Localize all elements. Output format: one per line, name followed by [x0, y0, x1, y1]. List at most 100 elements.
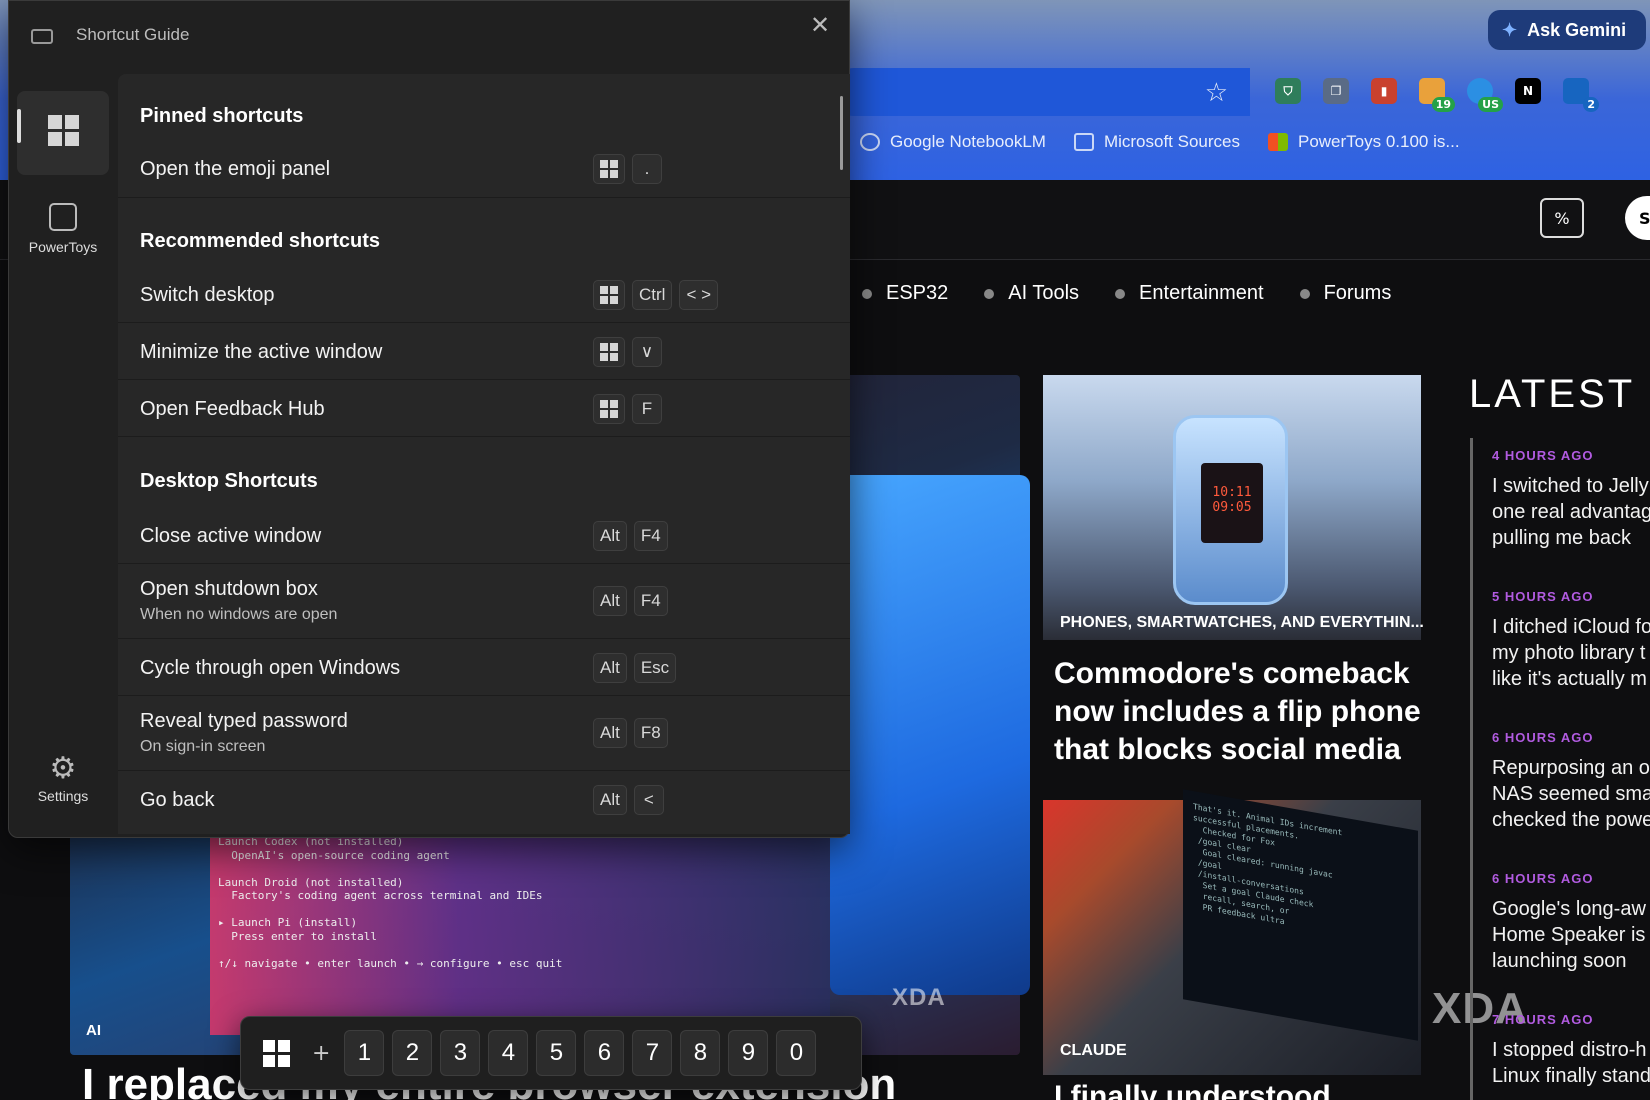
- powertoys-icon: [49, 203, 77, 231]
- bookmark-notebooklm[interactable]: Google NotebookLM: [860, 132, 1046, 152]
- phone-screen: 10:11 09:05: [1201, 463, 1263, 543]
- xda-watermark-small: XDA: [892, 984, 946, 1011]
- shortcut-row-go-back[interactable]: Go back Alt <: [118, 771, 850, 828]
- notion-extension-icon[interactable]: N: [1515, 78, 1541, 104]
- bookmark-powertoys[interactable]: PowerToys 0.100 is...: [1267, 132, 1460, 152]
- number-key: 3: [440, 1030, 481, 1076]
- latest-list: 4 HOURS AGO I switched to Jelly one real…: [1492, 448, 1650, 1100]
- section-recommended-heading: Recommended shortcuts: [140, 230, 381, 252]
- rail-active-indicator: [17, 109, 21, 143]
- bookmark-star-icon[interactable]: ☆: [1205, 78, 1228, 108]
- number-key: 0: [776, 1030, 817, 1076]
- card1-image[interactable]: 10:11 09:05: [1043, 375, 1421, 640]
- key-period: .: [632, 154, 662, 184]
- taskbar-number-shortcut-bar: + 1 2 3 4 5 6 7 8 9 0: [240, 1016, 862, 1090]
- key-alt: Alt: [593, 521, 627, 551]
- number-key: 7: [632, 1030, 673, 1076]
- key-alt: Alt: [593, 586, 627, 616]
- nav-item-ai-tools[interactable]: AI Tools: [984, 282, 1079, 305]
- key-f8: F8: [633, 718, 668, 748]
- nav-item-entertainment[interactable]: Entertainment: [1115, 282, 1264, 305]
- nav-item-esp32[interactable]: ESP32: [862, 282, 948, 305]
- shortcut-row-feedback[interactable]: Open Feedback Hub F: [118, 380, 850, 437]
- terminal-text: Launch Codex (not installed) OpenAI's op…: [218, 835, 563, 970]
- plus-sign: +: [312, 1040, 331, 1066]
- card2-title[interactable]: I finally understood: [1054, 1078, 1424, 1100]
- shortcut-row-switch-desktop[interactable]: Switch desktop Ctrl < >: [118, 266, 850, 323]
- number-key: 8: [680, 1030, 721, 1076]
- card2-terminal-graphic: That's it. Animal IDs increment successf…: [1183, 789, 1418, 1041]
- windows-logo-icon: [263, 1039, 290, 1067]
- p-extension-icon[interactable]: 2: [1563, 78, 1599, 112]
- hero-category-tag[interactable]: AI: [86, 1022, 101, 1039]
- windows-key: [593, 394, 625, 424]
- latest-item[interactable]: 5 HOURS AGO I ditched iCloud fo my photo…: [1492, 589, 1650, 730]
- windows-key: [593, 337, 625, 367]
- key-left-arrow: <: [633, 785, 664, 815]
- key-f4: F4: [633, 521, 668, 551]
- windows-logo-icon: [17, 91, 109, 146]
- shortcut-row-emoji[interactable]: Open the emoji panel .: [118, 140, 850, 198]
- shortcut-row-cycle-windows[interactable]: Cycle through open Windows Alt Esc: [118, 639, 850, 696]
- number-key: 9: [728, 1030, 769, 1076]
- site-nav: ESP32 AI Tools Entertainment Forums: [862, 282, 1407, 305]
- latest-timeline-rule: [1470, 438, 1473, 1100]
- close-button[interactable]: ✕: [805, 11, 835, 41]
- windows-key: [593, 154, 625, 184]
- key-alt: Alt: [593, 718, 627, 748]
- deals-icon[interactable]: %: [1540, 198, 1584, 238]
- flip-phone-graphic: 10:11 09:05: [1173, 415, 1288, 605]
- ask-gemini-label: Ask Gemini: [1527, 19, 1627, 40]
- section-pinned-heading: Pinned shortcuts: [140, 105, 304, 127]
- section-desktop-heading: Desktop Shortcuts: [140, 470, 318, 492]
- shortcut-row-reveal-password[interactable]: Reveal typed password On sign-in screen …: [118, 696, 850, 771]
- shield-extension-icon[interactable]: ⛉: [1275, 78, 1301, 104]
- bookmark-microsoft-sources[interactable]: Microsoft Sources: [1073, 132, 1240, 152]
- card2-category-tag[interactable]: CLAUDE: [1060, 1042, 1127, 1060]
- number-key: 4: [488, 1030, 529, 1076]
- key-esc: Esc: [633, 653, 677, 683]
- key-ctrl: Ctrl: [632, 280, 673, 310]
- number-key: 1: [344, 1030, 385, 1076]
- key-f4: F4: [633, 586, 668, 616]
- book-extension-icon[interactable]: ▮: [1371, 78, 1397, 104]
- vpn-extension-icon[interactable]: US: [1467, 78, 1503, 112]
- keyboard-icon: [31, 29, 53, 44]
- shortcut-row-minimize[interactable]: Minimize the active window ∨: [118, 323, 850, 380]
- card2-image[interactable]: That's it. Animal IDs increment successf…: [1043, 789, 1421, 1075]
- rail-settings[interactable]: ⚙ Settings: [17, 743, 109, 823]
- latest-item[interactable]: 6 HOURS AGO Repurposing an o NAS seemed …: [1492, 730, 1650, 871]
- copy-extension-icon[interactable]: ❐: [1323, 78, 1349, 104]
- card1-category-tag[interactable]: PHONES, SMARTWATCHES, AND EVERYTHIN...: [1060, 614, 1424, 632]
- address-bar[interactable]: ☆: [830, 68, 1250, 116]
- number-key: 2: [392, 1030, 433, 1076]
- key-arrows: < >: [679, 280, 719, 310]
- bookmarks-bar: Google NotebookLM Microsoft Sources Powe…: [860, 132, 1460, 152]
- nav-item-forums[interactable]: Forums: [1299, 282, 1391, 305]
- latest-item[interactable]: 4 HOURS AGO I switched to Jelly one real…: [1492, 448, 1650, 589]
- window-title: Shortcut Guide: [76, 25, 190, 44]
- shortcut-row-shutdown[interactable]: Open shutdown box When no windows are op…: [118, 564, 850, 639]
- key-f: F: [632, 394, 662, 424]
- extensions-toolbar: ⛉ ❐ ▮ 19 US N 2: [1275, 78, 1599, 112]
- latest-item[interactable]: 7 HOURS AGO I stopped distro-h Linux fin…: [1492, 1012, 1650, 1100]
- gear-icon: ⚙: [49, 752, 77, 785]
- windows-key: [593, 280, 625, 310]
- number-key: 6: [584, 1030, 625, 1076]
- latest-item[interactable]: 6 HOURS AGO Google's long-aw Home Speake…: [1492, 871, 1650, 1012]
- folder-icon: [1073, 133, 1094, 151]
- folder-extension-icon[interactable]: 19: [1419, 78, 1455, 112]
- nav-rail: PowerToys ⚙ Settings: [9, 75, 119, 835]
- shortcut-row-close-window[interactable]: Close active window Alt F4: [118, 507, 850, 564]
- key-alt: Alt: [593, 653, 627, 683]
- card1-title[interactable]: Commodore's comeback now includes a flip…: [1054, 655, 1424, 769]
- ask-gemini-button[interactable]: ✦ Ask Gemini: [1488, 10, 1646, 50]
- rail-windows-shortcuts[interactable]: [17, 91, 109, 175]
- title-bar: Shortcut Guide ✕: [9, 1, 851, 75]
- key-alt: Alt: [593, 785, 627, 815]
- rail-powertoys[interactable]: PowerToys: [17, 193, 109, 273]
- latest-heading: LATEST: [1469, 372, 1636, 416]
- key-down-arrow: ∨: [632, 337, 662, 367]
- notebooklm-icon: [860, 133, 880, 151]
- number-key: 5: [536, 1030, 577, 1076]
